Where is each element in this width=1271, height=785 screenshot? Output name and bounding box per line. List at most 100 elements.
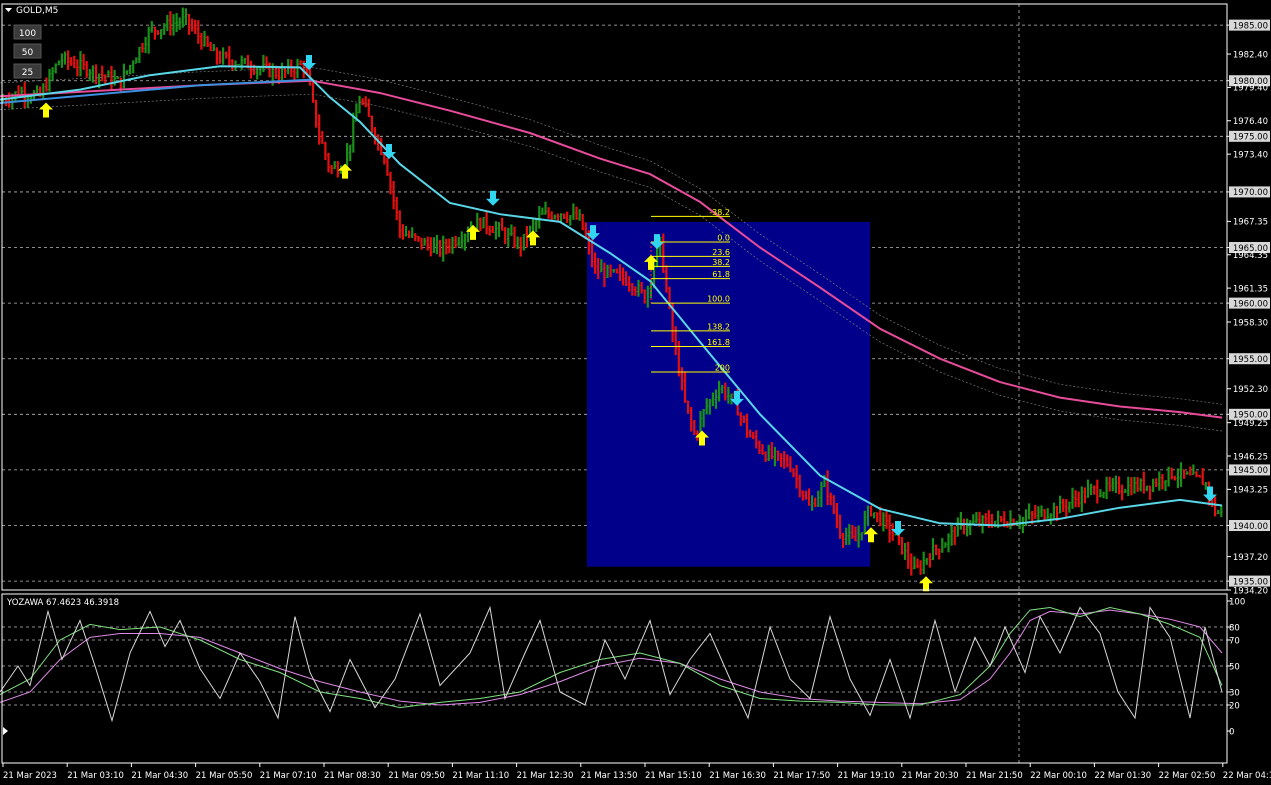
ohlc-bar bbox=[435, 234, 439, 255]
ohlc-bar bbox=[100, 65, 104, 82]
trading-chart[interactable]: -38.20.023.638.261.8100.0138.2161.8200 1… bbox=[0, 0, 1271, 785]
ohlc-bar bbox=[231, 59, 234, 71]
ohlc-bar bbox=[891, 523, 895, 541]
level-button-50[interactable]: 50 bbox=[13, 43, 42, 59]
ohlc-bar bbox=[785, 454, 789, 468]
ohlc-bar bbox=[599, 259, 603, 273]
ohlc-bar bbox=[556, 213, 560, 222]
ohlc-bar bbox=[581, 213, 585, 231]
ohlc-bar bbox=[212, 44, 216, 52]
ohlc-bar bbox=[745, 413, 749, 438]
ohlc-bar bbox=[776, 450, 780, 462]
time-tick-label: 21 Mar 13:50 bbox=[581, 771, 638, 781]
ohlc-bar bbox=[128, 64, 132, 75]
level-button-100[interactable]: 100 bbox=[13, 24, 42, 40]
ohlc-bar bbox=[550, 211, 554, 221]
ohlc-bar bbox=[928, 553, 932, 568]
ohlc-bar bbox=[485, 211, 488, 235]
ohlc-bar bbox=[832, 495, 836, 515]
ohlc-bar bbox=[125, 70, 129, 75]
ohlc-bar bbox=[816, 490, 820, 507]
price-tick-label: 1979.40 bbox=[1233, 84, 1268, 94]
ohlc-bar bbox=[401, 224, 405, 240]
ohlc-bar bbox=[1102, 491, 1105, 499]
time-tick-label: 21 Mar 04:30 bbox=[131, 771, 188, 781]
fib-level-label: 38.2 bbox=[712, 258, 730, 267]
price-tick-label: 1943.25 bbox=[1233, 486, 1268, 496]
ohlc-bar bbox=[348, 144, 352, 162]
ohlc-bar bbox=[940, 537, 944, 553]
price-tick-label: 1940.00 bbox=[1233, 522, 1268, 532]
ohlc-bar bbox=[209, 41, 213, 52]
ohlc-bar bbox=[813, 497, 817, 508]
ohlc-bar bbox=[971, 514, 975, 524]
ohlc-bar bbox=[717, 380, 721, 402]
price-tick-label: 1946.25 bbox=[1233, 452, 1268, 462]
osc-tick-label: 70 bbox=[1229, 636, 1240, 646]
oscillator-title: YOZAWA 67.4623 46.3918 bbox=[6, 598, 119, 608]
ohlc-bar bbox=[810, 495, 814, 511]
ohlc-bar bbox=[417, 235, 420, 242]
ohlc-bar bbox=[215, 47, 219, 65]
ohlc-bar bbox=[885, 510, 888, 529]
ohlc-bar bbox=[575, 206, 578, 220]
ohlc-bar bbox=[503, 227, 507, 245]
time-tick-label: 21 Mar 09:50 bbox=[388, 771, 445, 781]
ohlc-bar bbox=[420, 237, 423, 250]
ohlc-bar bbox=[296, 58, 299, 79]
ohlc-bar bbox=[937, 548, 941, 560]
ohlc-bar bbox=[596, 257, 600, 280]
ohlc-bar bbox=[1086, 479, 1090, 498]
ohlc-bar bbox=[711, 392, 715, 407]
ohlc-bar bbox=[869, 505, 873, 517]
ohlc-bar bbox=[153, 26, 157, 40]
ohlc-bar bbox=[392, 180, 395, 210]
level-button-label: 50 bbox=[22, 48, 34, 58]
ohlc-bar bbox=[1136, 477, 1139, 492]
ohlc-bar bbox=[544, 201, 547, 215]
ohlc-bar bbox=[835, 502, 839, 529]
ohlc-bar bbox=[702, 408, 705, 428]
ohlc-bar bbox=[444, 238, 448, 255]
ohlc-bar bbox=[541, 207, 544, 215]
level-button-25[interactable]: 25 bbox=[13, 63, 42, 79]
ohlc-bar bbox=[51, 67, 54, 82]
ohlc-bar bbox=[413, 233, 417, 242]
ohlc-bar bbox=[144, 36, 147, 54]
level-button-label: 100 bbox=[19, 29, 36, 39]
ohlc-bar bbox=[187, 13, 191, 35]
ohlc-bar bbox=[1043, 509, 1046, 520]
ohlc-bar bbox=[283, 68, 287, 79]
time-tick-label: 21 Mar 07:10 bbox=[260, 771, 317, 781]
ohlc-bar bbox=[519, 236, 523, 257]
ohlc-bar bbox=[944, 542, 947, 548]
ohlc-bar bbox=[863, 510, 867, 535]
ohlc-bar bbox=[630, 283, 634, 296]
ohlc-bar bbox=[801, 490, 805, 501]
ohlc-bar bbox=[820, 481, 823, 508]
symbol-title: GOLD,M5 bbox=[16, 6, 58, 16]
time-tick-label: 21 Mar 2023 bbox=[3, 771, 57, 781]
ohlc-bar bbox=[565, 211, 569, 223]
ohlc-bar bbox=[438, 239, 442, 257]
time-tick-label: 21 Mar 05:50 bbox=[196, 771, 253, 781]
ohlc-bar bbox=[860, 531, 864, 541]
price-tick-label: 1982.40 bbox=[1233, 50, 1268, 60]
fib-level-label: 161.8 bbox=[707, 338, 730, 347]
ohlc-bar bbox=[178, 17, 182, 30]
ohlc-bar bbox=[748, 429, 752, 438]
ohlc-bar bbox=[184, 8, 188, 26]
ohlc-bar bbox=[237, 63, 240, 66]
fib-level-label: 100.0 bbox=[707, 295, 730, 304]
ohlc-bar bbox=[838, 514, 842, 539]
ohlc-bar bbox=[221, 47, 225, 65]
ohlc-bar bbox=[1133, 476, 1136, 494]
ohlc-bar bbox=[909, 553, 913, 576]
ohlc-bar bbox=[1145, 485, 1149, 492]
ohlc-bar bbox=[475, 212, 479, 232]
ohlc-bar bbox=[906, 541, 910, 569]
ohlc-bar bbox=[243, 57, 247, 65]
ohlc-bar bbox=[854, 526, 857, 542]
ohlc-bar bbox=[1182, 469, 1186, 479]
ohlc-bar bbox=[1170, 467, 1174, 480]
